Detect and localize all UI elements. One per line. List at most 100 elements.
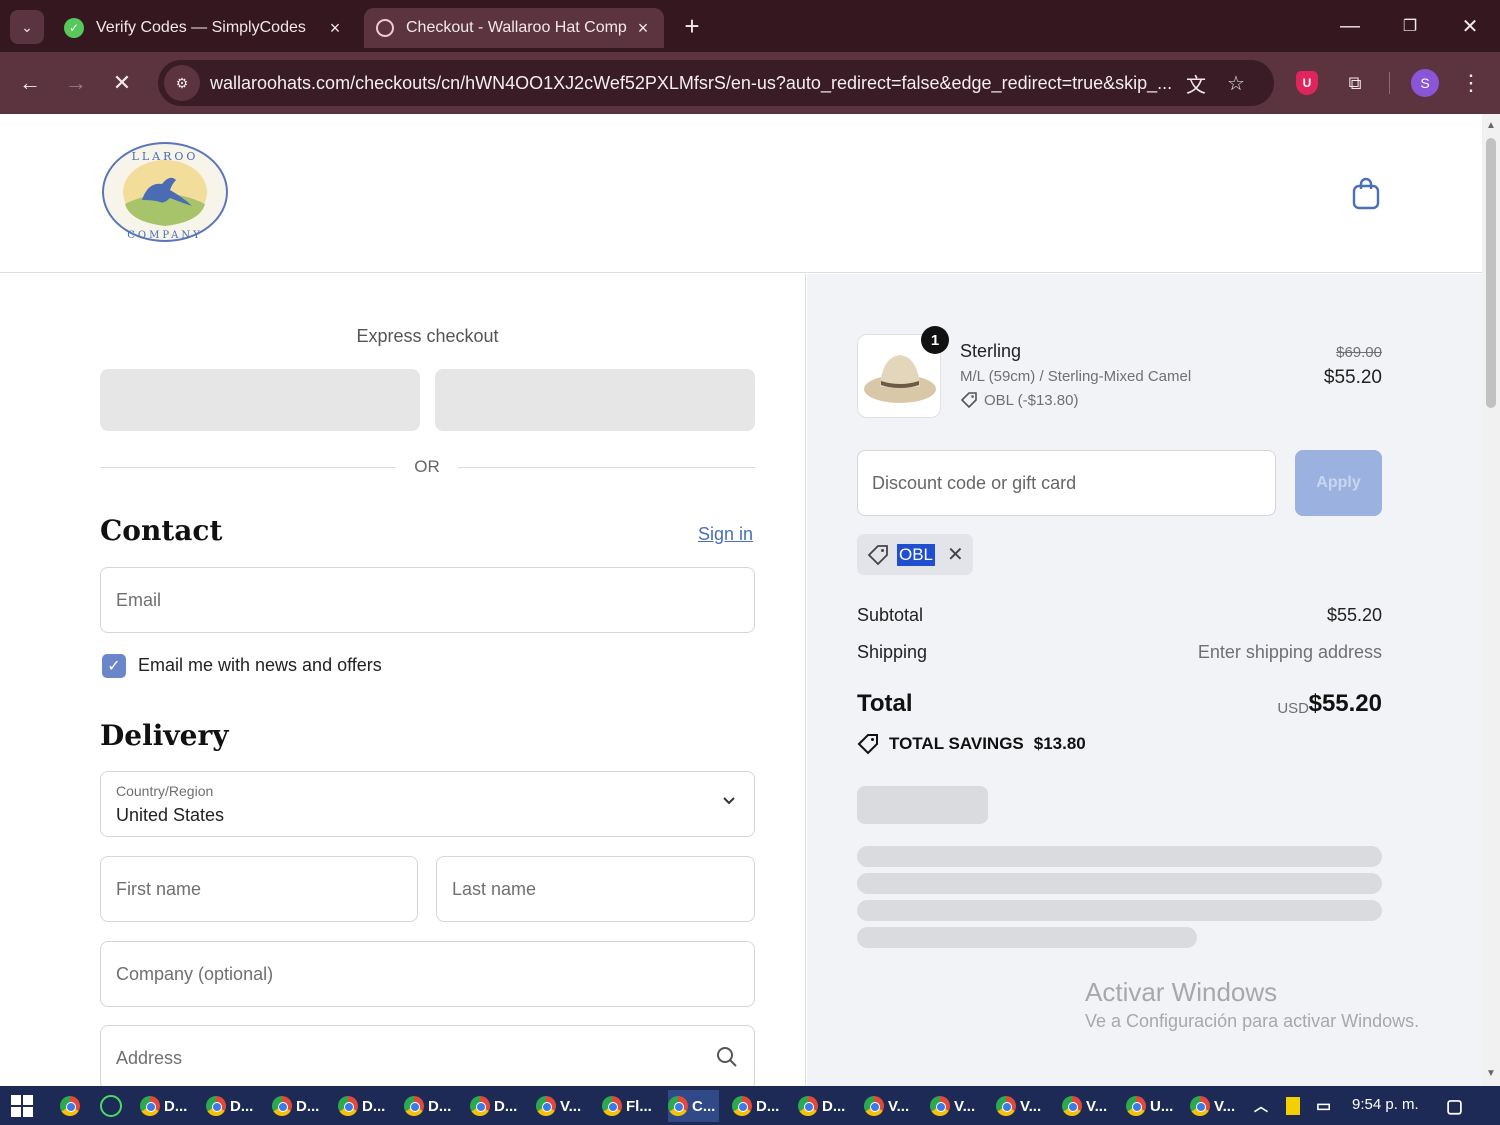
chrome-icon <box>1190 1096 1210 1116</box>
apply-button[interactable]: Apply <box>1295 450 1382 516</box>
wallaroo-logo[interactable]: LLAROO COMPANY <box>100 140 230 244</box>
close-tab-icon[interactable]: × <box>634 18 652 39</box>
express-pay-button-1[interactable] <box>100 369 420 431</box>
tab-checkout[interactable]: Checkout - Wallaroo Hat Comp × <box>364 8 664 48</box>
chrome-icon <box>864 1096 884 1116</box>
taskbar-app-button[interactable]: V... <box>996 1090 1045 1122</box>
quantity-badge: 1 <box>921 326 949 354</box>
savings-tag-icon <box>857 734 878 755</box>
start-button[interactable] <box>10 1090 34 1122</box>
address-field[interactable]: Address <box>100 1025 755 1086</box>
taskbar-app-label: V... <box>954 1097 976 1115</box>
taskbar-app-button[interactable]: C... <box>668 1090 720 1122</box>
taskbar-app-button[interactable]: Fl... <box>602 1090 656 1122</box>
express-checkout-title: Express checkout <box>356 326 499 346</box>
newsletter-label: Email me with news and offers <box>138 655 382 675</box>
taskbar-app-button[interactable]: D... <box>140 1090 191 1122</box>
taskbar-app-label: D... <box>296 1097 320 1115</box>
checkout-page: LLAROO COMPANY Express checkout OR Conta… <box>0 114 1482 1086</box>
shopping-bag-icon[interactable] <box>1350 176 1382 210</box>
discount-code-input[interactable]: Discount code or gift card <box>857 450 1276 516</box>
ublock-extension-icon[interactable]: U <box>1291 67 1323 99</box>
show-hidden-icons[interactable]: ︿ <box>1254 1090 1268 1122</box>
loading-placeholder <box>857 927 1197 948</box>
taskbar-chrome-pinned[interactable] <box>60 1090 84 1122</box>
taskbar-app-button[interactable]: V... <box>864 1090 913 1122</box>
tag-icon <box>960 392 977 409</box>
taskbar-app-button[interactable]: V... <box>930 1090 979 1122</box>
new-tab-button[interactable]: + <box>676 10 708 42</box>
notepad-tray-icon[interactable] <box>1286 1090 1300 1122</box>
sign-in-link[interactable]: Sign in <box>698 524 753 545</box>
or-divider-text: OR <box>414 457 440 476</box>
chrome-icon <box>536 1096 556 1116</box>
browser-menu-icon[interactable]: ⋮ <box>1455 67 1487 99</box>
tab-simplycodes[interactable]: ✓ Verify Codes — SimplyCodes × <box>52 8 356 48</box>
taskbar-whatsapp[interactable] <box>100 1090 122 1122</box>
notepad-icon <box>1286 1097 1300 1115</box>
express-pay-button-2[interactable] <box>435 369 755 431</box>
product-variant: M/L (59cm) / Sterling-Mixed Camel <box>960 368 1192 385</box>
email-field[interactable]: Email <box>100 567 755 633</box>
address-placeholder: Address <box>116 1048 183 1068</box>
chrome-icon <box>1062 1096 1082 1116</box>
taskbar-app-label: D... <box>230 1097 254 1115</box>
taskbar-app-button[interactable]: D... <box>272 1090 323 1122</box>
taskbar-app-button[interactable]: D... <box>798 1090 849 1122</box>
checkout-form: Express checkout OR Contact Sign in Emai… <box>0 274 806 1086</box>
country-select[interactable]: Country/Region United States <box>100 771 755 837</box>
taskbar-app-button[interactable]: U... <box>1126 1090 1177 1122</box>
network-icon[interactable]: ▭ <box>1316 1090 1331 1122</box>
minimize-button[interactable]: — <box>1330 8 1370 44</box>
country-value: United States <box>116 805 225 825</box>
scroll-down-icon[interactable]: ▼ <box>1485 1068 1497 1079</box>
tab-search-button[interactable]: ⌄ <box>10 10 44 44</box>
close-tab-icon[interactable]: × <box>326 18 344 39</box>
close-window-button[interactable]: ✕ <box>1450 8 1490 44</box>
taskbar-app-button[interactable]: D... <box>470 1090 521 1122</box>
taskbar-app-button[interactable]: D... <box>404 1090 455 1122</box>
newsletter-checkbox[interactable]: ✓ <box>102 654 126 678</box>
taskbar-app-label: V... <box>1020 1097 1042 1115</box>
profile-avatar[interactable]: S <box>1409 67 1441 99</box>
notifications-icon[interactable]: ▢ <box>1446 1090 1463 1122</box>
delivery-title: Delivery <box>100 719 229 752</box>
loading-placeholder <box>857 786 988 824</box>
bookmark-star-icon[interactable]: ☆ <box>1216 63 1256 103</box>
contact-title: Contact <box>100 514 223 547</box>
scroll-up-icon[interactable]: ▲ <box>1485 120 1497 131</box>
company-placeholder: Company (optional) <box>116 964 274 984</box>
clock[interactable]: 9:54 p. m. <box>1352 1096 1419 1113</box>
company-field[interactable]: Company (optional) <box>100 941 755 1007</box>
loading-placeholder <box>857 873 1382 894</box>
restore-button[interactable]: ❐ <box>1390 8 1430 44</box>
taskbar-app-button[interactable]: D... <box>732 1090 783 1122</box>
taskbar-app-button[interactable]: D... <box>206 1090 257 1122</box>
browser-toolbar: ← → ✕ ⚙ wallaroohats.com/checkouts/cn/hW… <box>0 52 1500 114</box>
product-discount: OBL (-$13.80) <box>960 391 1079 409</box>
scroll-thumb[interactable] <box>1486 138 1496 408</box>
chrome-icon <box>338 1096 358 1116</box>
taskbar-app-button[interactable]: D... <box>338 1090 389 1122</box>
first-name-field[interactable]: First name <box>100 856 418 922</box>
forward-button[interactable]: → <box>60 67 92 99</box>
taskbar-app-button[interactable]: V... <box>1062 1090 1111 1122</box>
last-name-field[interactable]: Last name <box>436 856 755 922</box>
translate-icon[interactable]: 文 <box>1176 63 1216 103</box>
url-text[interactable]: wallaroohats.com/checkouts/cn/hWN4OO1XJ2… <box>210 73 1176 94</box>
tab-title: Checkout - Wallaroo Hat Comp <box>406 19 627 36</box>
browser-chrome: ⌄ ✓ Verify Codes — SimplyCodes × Checkou… <box>0 0 1500 114</box>
taskbar-app-button[interactable]: V... <box>536 1090 585 1122</box>
remove-discount-icon[interactable]: ✕ <box>947 542 964 567</box>
country-label: Country/Region <box>116 783 214 799</box>
address-bar[interactable]: ⚙ wallaroohats.com/checkouts/cn/hWN4OO1X… <box>158 60 1274 106</box>
loading-favicon-icon <box>376 19 394 37</box>
taskbar-app-button[interactable]: V... <box>1190 1090 1239 1122</box>
chrome-icon <box>930 1096 950 1116</box>
site-info-icon[interactable]: ⚙ <box>164 65 200 101</box>
back-button[interactable]: ← <box>14 67 46 99</box>
windows-logo-icon <box>11 1095 33 1117</box>
page-scrollbar[interactable]: ▲ ▼ <box>1482 114 1500 1086</box>
extensions-puzzle-icon[interactable]: ⧉ <box>1339 67 1371 99</box>
stop-loading-button[interactable]: ✕ <box>106 67 138 99</box>
